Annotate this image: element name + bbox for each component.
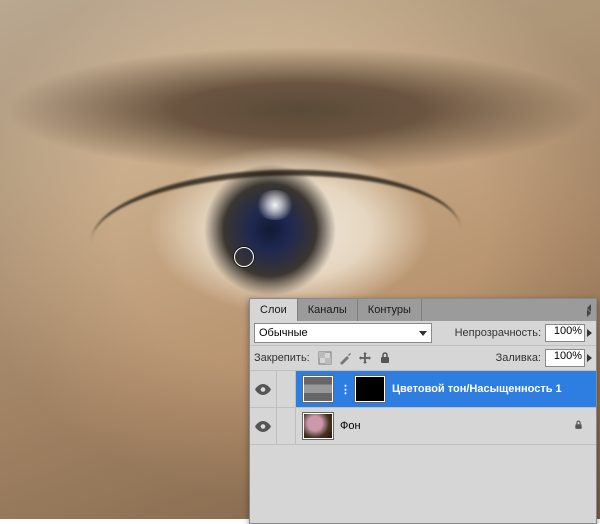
lock-pixels-icon[interactable] [338, 351, 352, 365]
layer-row[interactable]: Фон [250, 407, 596, 444]
lock-label: Закрепить: [254, 352, 310, 364]
layer-thumb [302, 412, 334, 440]
tab-channels[interactable]: Каналы [298, 299, 358, 321]
layer-list-empty-area[interactable] [250, 444, 596, 523]
lock-fill-row: Закрепить: Заливка: 100% [250, 345, 596, 370]
opacity-flyout-icon[interactable] [587, 329, 592, 337]
mask-thumb[interactable] [354, 375, 386, 403]
visibility-toggle[interactable] [250, 408, 277, 444]
fill-input[interactable]: 100% [545, 349, 585, 367]
lock-all-icon[interactable] [378, 351, 392, 365]
image-detail [89, 164, 461, 243]
mask-link-icon[interactable]: ⋮ [340, 383, 348, 396]
link-column[interactable] [277, 408, 296, 444]
panel-menu-button[interactable] [582, 299, 596, 321]
eye-icon [255, 421, 271, 432]
tab-paths[interactable]: Контуры [358, 299, 422, 321]
layers-panel: Слои Каналы Контуры Обычные Непрозрачнос… [249, 298, 597, 524]
lock-transparent-icon[interactable] [318, 351, 332, 365]
fill-flyout-icon[interactable] [587, 354, 592, 362]
adjustment-thumb [302, 375, 334, 403]
layer-row[interactable]: ⋮ Цветовой тон/Насыщенность 1 [250, 370, 596, 407]
visibility-toggle[interactable] [250, 371, 277, 407]
layer-body[interactable]: ⋮ Цветовой тон/Насыщенность 1 [296, 371, 596, 407]
panel-tabbar: Слои Каналы Контуры [250, 299, 596, 321]
fill-label: Заливка: [496, 352, 541, 364]
blend-mode-value: Обычные [259, 327, 308, 339]
tab-layers[interactable]: Слои [250, 299, 298, 321]
lock-position-icon[interactable] [358, 351, 372, 365]
layer-body[interactable]: Фон [296, 408, 596, 444]
opacity-label: Непрозрачность: [455, 327, 541, 339]
link-column[interactable] [277, 371, 296, 407]
opacity-input[interactable]: 100% [545, 324, 585, 342]
layer-list: ⋮ Цветовой тон/Насыщенность 1 Фон [250, 370, 596, 523]
brush-cursor [234, 247, 254, 267]
blend-mode-select[interactable]: Обычные [254, 323, 432, 343]
eye-icon [255, 384, 271, 395]
layer-name: Фон [340, 420, 361, 432]
layer-name: Цветовой тон/Насыщенность 1 [392, 383, 562, 395]
lock-icon [573, 419, 584, 434]
chevron-down-icon [419, 331, 427, 336]
blend-opacity-row: Обычные Непрозрачность: 100% [250, 321, 596, 345]
lock-buttons [318, 351, 392, 365]
